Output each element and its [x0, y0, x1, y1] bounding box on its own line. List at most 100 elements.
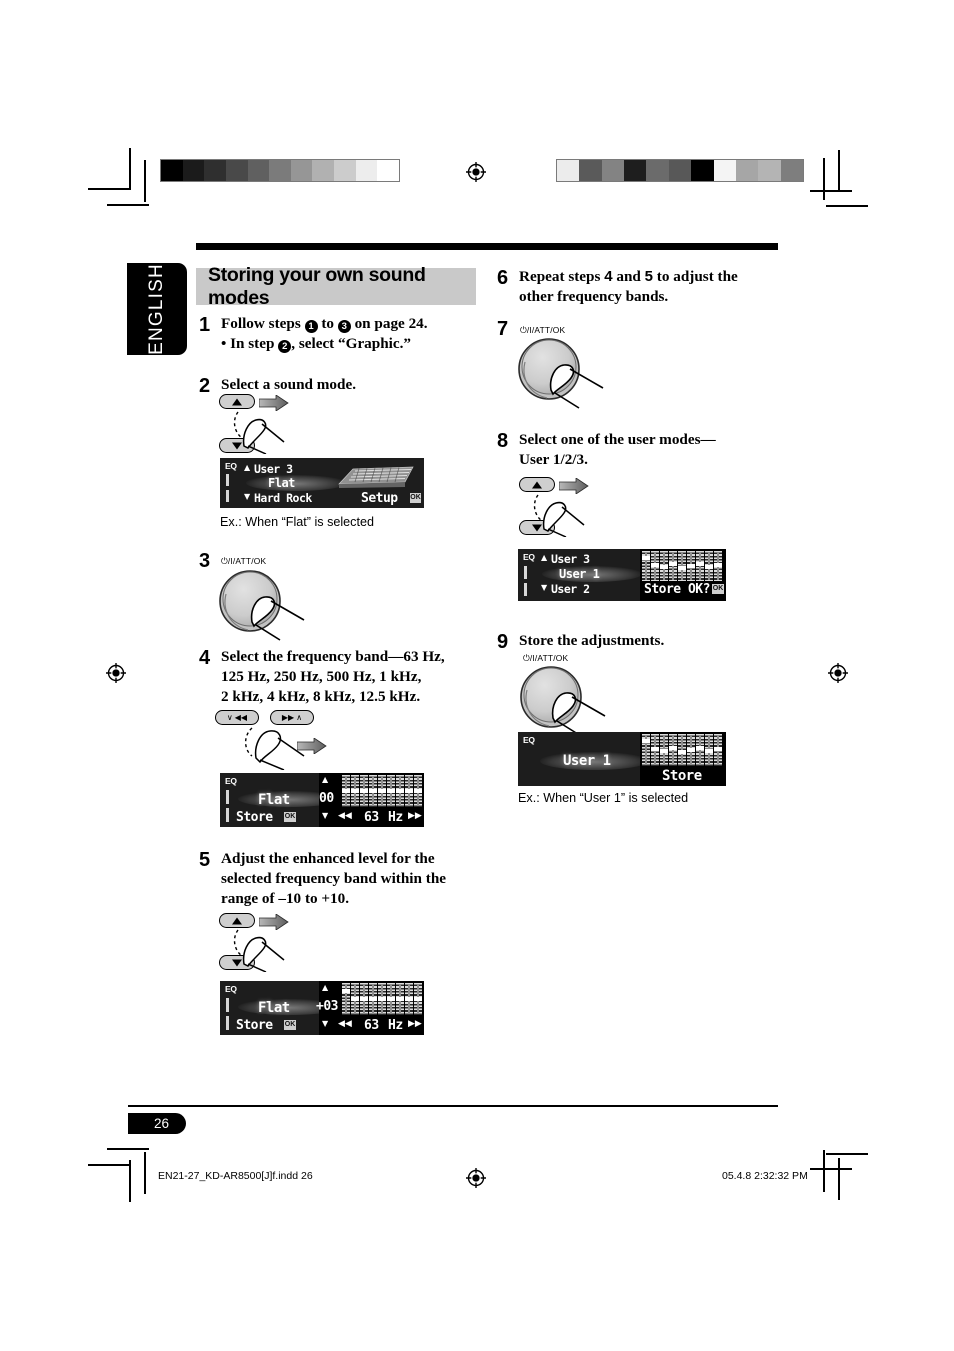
step-5-text: Adjust the enhanced level for the select… [221, 849, 481, 910]
eq-slider-knob [651, 562, 659, 567]
step-6-line1-suffix: to adjust the [653, 268, 738, 285]
step-8-number: 8 [497, 430, 509, 452]
indesign-file-name: EN21-27_KD-AR8500[J]f.indd 26 [158, 1170, 313, 1182]
triangle-up-icon: ▲ [244, 463, 251, 472]
page-title: Storing your own sound modes [196, 264, 476, 309]
eq-slider-knob [705, 748, 713, 753]
step-2-caption: Ex.: When “Flat” is selected [220, 515, 374, 529]
lcd-display-frequency-band: EQ Flat Store OK ▲ ▼ ◀◀ ▶▶ 00 63 Hz [220, 773, 424, 827]
equalizer-graphic-icon [333, 462, 417, 494]
lcd-store-label: Store [236, 1018, 273, 1033]
eq-slider-knob [660, 748, 668, 753]
step-4-line2: 125 Hz, 250 Hz, 500 Hz, 1 kHz, [221, 668, 422, 686]
calibration-patch [290, 160, 313, 181]
eq-slider-knob [378, 997, 386, 1001]
lcd-eq-bars [642, 551, 722, 581]
skip-back-icon: ◀◀ [338, 1019, 352, 1029]
step-4-number: 4 [199, 647, 211, 669]
triangle-up-icon: ▲ [322, 983, 329, 992]
circled-number-3-icon: 3 [337, 320, 351, 333]
calibration-patch [312, 160, 334, 181]
eq-slider-knob [414, 997, 422, 1001]
eq-slider-knob [369, 789, 377, 793]
eq-slider-knob [651, 746, 659, 751]
eq-slider-knob [360, 789, 368, 793]
eq-slider-knob [414, 789, 422, 793]
step-8-text: Select one of the user modes— User 1/2/3… [519, 430, 789, 470]
calibration-patch [557, 160, 580, 181]
eq-slider-knob [396, 997, 404, 1001]
step-6-ref-5: 5 [644, 268, 653, 285]
lcd-store-label: Store [236, 810, 273, 825]
triangle-up-icon: ▲ [541, 553, 548, 562]
step-5-line2: selected frequency band within the [221, 870, 447, 888]
step-1-line2-prefix: • In step [221, 335, 279, 353]
step-1-text: Follow steps 1 to 3 on page 24. • In ste… [221, 314, 511, 354]
registration-target-icon [466, 162, 486, 182]
lcd-display-level-adjust: EQ Flat Store OK ▲ ▼ ◀◀ ▶▶ +03 63 Hz [220, 981, 424, 1035]
step-6-line2: other frequency bands. [519, 288, 669, 306]
triangle-down-icon: ▼ [322, 811, 329, 820]
calibration-patch [579, 160, 602, 181]
rotary-knob-with-finger[interactable] [218, 568, 313, 648]
eq-slider-knob [396, 789, 404, 793]
lcd-row-below: Hard Rock [254, 491, 312, 505]
rotary-knob-with-finger[interactable] [517, 336, 612, 416]
eq-slider-knob [714, 746, 722, 751]
header-rule [196, 243, 778, 250]
lcd-row-above: User 3 [254, 462, 293, 476]
lcd-store-label: Store [662, 768, 702, 784]
knob-label: ⏻/I/ATT/OK [221, 556, 267, 566]
step-9-number: 9 [497, 631, 509, 653]
calibration-patch [334, 160, 356, 181]
step-6-ref-4: 4 [604, 268, 613, 285]
eq-slider-knob [669, 562, 677, 567]
step-6-line1-prefix: Repeat steps [519, 268, 605, 285]
grayscale-calibration-strip-right [556, 159, 804, 182]
lcd-eq-indicator: EQ [523, 552, 535, 562]
step-8-line1: Select one of the user modes— [519, 431, 716, 448]
lcd-ok-badge: OK [284, 1020, 296, 1030]
skip-forward-icon: ▶▶ [408, 811, 422, 821]
lcd-frequency-unit: Hz [388, 1018, 403, 1033]
step-8-line2: User 1/2/3. [519, 451, 588, 469]
step-9-caption: Ex.: When “User 1” is selected [518, 791, 689, 805]
lcd-eq-indicator: EQ [225, 984, 237, 994]
registration-target-icon [466, 1168, 486, 1188]
lcd-row-selected: Flat [268, 476, 295, 490]
step-4-line3: 2 kHz, 4 kHz, 8 kHz, 12.5 kHz. [221, 688, 421, 706]
calibration-patch [758, 160, 781, 181]
eq-slider-knob [342, 789, 350, 793]
calibration-patch [204, 160, 226, 181]
skip-back-icon: ◀◀ [338, 811, 352, 821]
lcd-level-value: +03 [316, 999, 338, 1014]
circled-number-2-icon: 2 [278, 340, 292, 354]
triangle-down-icon: ▼ [541, 583, 548, 592]
lcd-eq-bars [642, 734, 722, 766]
lcd-row-selected: Flat [258, 792, 290, 808]
lcd-frequency-value: 63 [364, 810, 379, 825]
lcd-eq-indicator: EQ [225, 461, 237, 471]
grayscale-calibration-strip-left [160, 159, 400, 182]
print-timestamp: 05.4.8 2:32:32 PM [722, 1170, 808, 1182]
eq-slider-knob [687, 748, 695, 752]
calibration-patch [735, 160, 759, 181]
lcd-ok-badge: OK [284, 812, 296, 822]
calibration-patch [355, 160, 378, 181]
step-6-text: Repeat steps 4 and 5 to adjust the other… [519, 267, 789, 307]
page-number-badge: 26 [128, 1113, 186, 1134]
lcd-frequency-value: 63 [364, 1018, 379, 1033]
eq-slider-knob [705, 564, 713, 569]
calibration-patch [225, 160, 248, 181]
lcd-row-above: User 3 [551, 552, 590, 566]
calibration-patch [269, 160, 291, 181]
registration-target-icon [106, 663, 126, 683]
lcd-store-prompt: Store OK? [644, 582, 710, 597]
calibration-patch [182, 160, 205, 181]
skip-back-icon: ◀◀ [234, 712, 248, 722]
step-4-line1: Select the frequency band—63 Hz, [221, 648, 445, 665]
eq-slider-knob [669, 746, 677, 751]
language-tab-label: ENGLISH [146, 263, 167, 355]
lcd-ok-badge: OK [410, 493, 421, 503]
calibration-patch [377, 160, 399, 181]
